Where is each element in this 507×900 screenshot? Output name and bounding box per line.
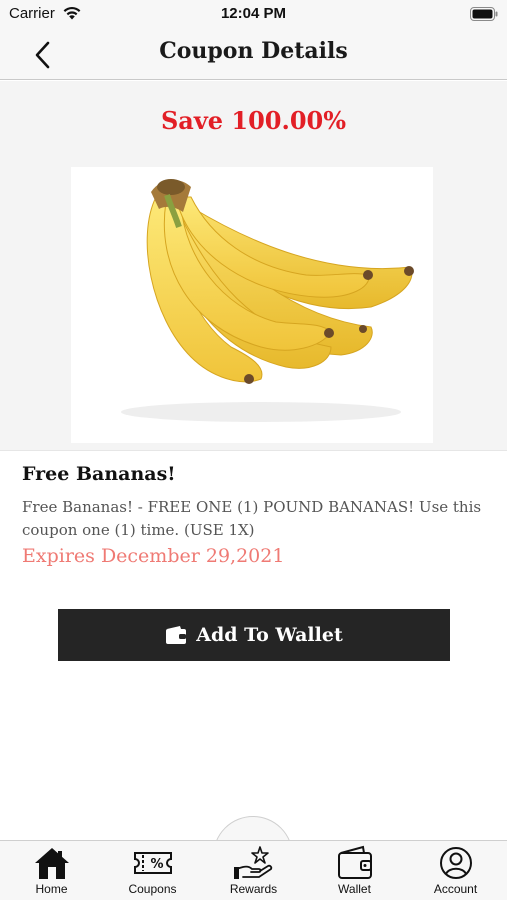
coupon-details-box: Free Bananas! Free Bananas! - FREE ONE (… [0, 450, 507, 591]
coupon-content: Save 100.00% Free Bananas! Free Bananas!… [0, 81, 507, 591]
tab-wallet[interactable]: Wallet [304, 845, 405, 900]
wallet-icon [337, 845, 372, 879]
coupon-ticket-icon: % [133, 852, 172, 874]
add-to-wallet-label: Add To Wallet [196, 624, 343, 646]
tab-coupons[interactable]: % Coupons [102, 845, 203, 900]
tab-rewards[interactable]: Rewards [203, 845, 304, 900]
tab-home-label: Home [35, 882, 68, 896]
status-bar: Carrier 12:04 PM [0, 0, 507, 30]
banana-bunch-image [121, 179, 414, 422]
tab-coupons-label: Coupons [128, 882, 177, 896]
tab-wallet-label: Wallet [338, 882, 371, 896]
tab-account[interactable]: Account [405, 845, 506, 900]
tab-rewards-label: Rewards [229, 882, 278, 896]
coupon-description: Free Bananas! - FREE ONE (1) POUND BANAN… [22, 498, 482, 539]
wallet-icon [165, 625, 187, 645]
tab-home[interactable]: Home [1, 845, 102, 900]
svg-text:%: % [150, 857, 163, 872]
battery-icon [470, 7, 498, 21]
navigation-bar: Coupon Details [0, 30, 507, 80]
rewards-hand-star-icon [233, 846, 272, 879]
coupon-expiry: Expires December 29,2021 [22, 545, 285, 567]
page-title: Coupon Details [159, 38, 348, 64]
account-icon [439, 847, 472, 879]
coupon-title: Free Bananas! [22, 463, 176, 485]
discount-text: Save 100.00% [160, 106, 347, 135]
product-image [71, 167, 433, 443]
add-to-wallet-button[interactable]: Add To Wallet [58, 609, 450, 661]
home-icon [34, 848, 69, 879]
status-time: 12:04 PM [220, 5, 287, 22]
tab-account-label: Account [433, 882, 478, 896]
